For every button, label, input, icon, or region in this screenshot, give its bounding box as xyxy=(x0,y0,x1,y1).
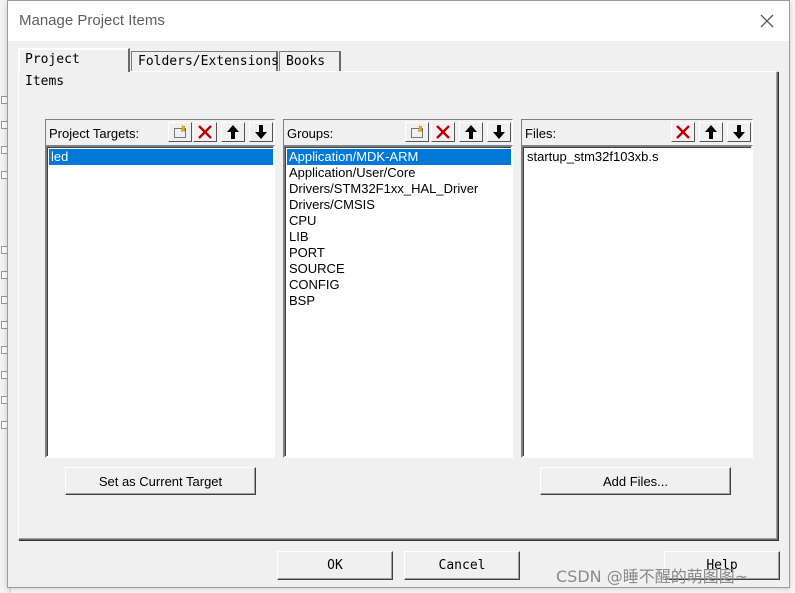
move-up-icon xyxy=(227,125,239,139)
list-item[interactable]: BSP xyxy=(287,293,315,309)
move-up-icon xyxy=(705,125,717,139)
list-item[interactable]: led xyxy=(49,149,273,165)
list-item[interactable]: LIB xyxy=(287,229,309,245)
move-down-icon xyxy=(255,125,267,139)
move-file-down-button[interactable] xyxy=(727,122,751,142)
files-label: Files: xyxy=(525,126,557,141)
move-target-up-button[interactable] xyxy=(221,122,245,142)
dialog-title: Manage Project Items xyxy=(19,12,165,29)
delete-icon xyxy=(436,125,450,139)
files-header: Files: xyxy=(521,119,753,145)
list-item[interactable]: startup_stm32f103xb.s xyxy=(525,149,659,165)
move-file-up-button[interactable] xyxy=(699,122,723,142)
move-group-up-button[interactable] xyxy=(459,122,483,142)
ok-button[interactable]: OK xyxy=(277,551,393,580)
tab-books[interactable]: Books xyxy=(279,51,341,71)
list-item[interactable]: Drivers/CMSIS xyxy=(287,197,375,213)
list-item[interactable]: Application/User/Core xyxy=(287,165,415,181)
delete-icon xyxy=(198,125,212,139)
move-group-down-button[interactable] xyxy=(487,122,511,142)
close-button[interactable] xyxy=(752,7,782,35)
list-item[interactable]: CONFIG xyxy=(287,277,340,293)
add-files-button[interactable]: Add Files... xyxy=(540,467,731,495)
tab-folders-extensions[interactable]: Folders/Extensions xyxy=(131,51,279,71)
files-list[interactable]: startup_stm32f103xb.s xyxy=(521,145,753,458)
new-icon xyxy=(411,124,424,138)
delete-file-button[interactable] xyxy=(671,122,695,142)
delete-icon xyxy=(676,125,690,139)
close-icon xyxy=(760,14,774,28)
groups-header: Groups: xyxy=(283,119,513,145)
cancel-button[interactable]: Cancel xyxy=(404,551,520,580)
new-group-button[interactable] xyxy=(405,122,429,142)
move-target-down-button[interactable] xyxy=(249,122,273,142)
list-item[interactable]: PORT xyxy=(287,245,325,261)
watermark: CSDN @睡不醒的萌图图~ xyxy=(556,567,749,586)
delete-target-button[interactable] xyxy=(193,122,217,142)
targets-label: Project Targets: xyxy=(49,126,140,141)
delete-group-button[interactable] xyxy=(431,122,455,142)
title-bar: Manage Project Items xyxy=(8,1,789,41)
list-item[interactable]: SOURCE xyxy=(287,261,345,277)
manage-project-items-dialog: Manage Project Items Project Items Folde… xyxy=(7,0,790,588)
targets-header: Project Targets: xyxy=(45,119,275,145)
list-item[interactable]: Application/MDK-ARM xyxy=(287,149,511,165)
move-up-icon xyxy=(465,125,477,139)
list-item[interactable]: Drivers/STM32F1xx_HAL_Driver xyxy=(287,181,478,197)
groups-label: Groups: xyxy=(287,126,334,141)
new-target-button[interactable] xyxy=(168,122,192,142)
move-down-icon xyxy=(493,125,505,139)
tab-project-items[interactable]: Project Items xyxy=(18,48,130,89)
list-item[interactable]: CPU xyxy=(287,213,316,229)
targets-list[interactable]: led xyxy=(45,145,275,458)
new-icon xyxy=(174,124,187,138)
groups-list[interactable]: Application/MDK-ARM Application/User/Cor… xyxy=(283,145,513,458)
set-as-current-target-button[interactable]: Set as Current Target xyxy=(65,467,256,495)
move-down-icon xyxy=(733,125,745,139)
